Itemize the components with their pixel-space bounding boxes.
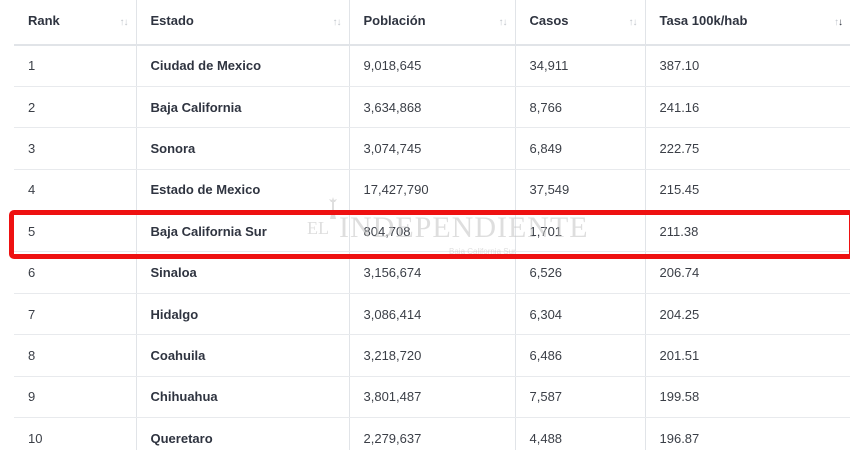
cell-rank: 8 [14,334,137,377]
cell-tasa: 222.75 [645,127,850,170]
table-row: 7 Hidalgo 3,086,414 6,304 204.25 [14,293,850,336]
cell-casos: 6,849 [515,127,646,170]
cell-estado: Sinaloa [136,251,350,294]
cell-tasa: 206.74 [645,251,850,294]
table-row: 10 Queretaro 2,279,637 4,488 196.87 [14,417,850,450]
column-header-label: Estado [150,12,194,28]
cell-rank: 4 [14,169,137,212]
cell-poblacion: 3,086,414 [349,293,516,336]
column-header-label: Casos [529,12,569,28]
sort-arrows-icon[interactable]: ↑↓ [834,17,843,28]
column-header-tasa[interactable]: Tasa 100k/hab ↑↓ [645,0,850,46]
cell-poblacion: 3,156,674 [349,251,516,294]
column-header-rank[interactable]: Rank ↑↓ [14,0,137,46]
cell-estado: Sonora [136,127,350,170]
table-row: 3 Sonora 3,074,745 6,849 222.75 [14,127,850,170]
cell-tasa: 196.87 [645,417,850,450]
cell-tasa: 241.16 [645,86,850,129]
cell-estado: Ciudad de Mexico [136,45,350,87]
cell-poblacion: 3,801,487 [349,376,516,419]
cell-casos: 37,549 [515,169,646,212]
cell-estado: Hidalgo [136,293,350,336]
cell-estado: Chihuahua [136,376,350,419]
cell-casos: 8,766 [515,86,646,129]
cell-rank: 10 [14,417,137,450]
cell-poblacion: 804,708 [349,210,516,253]
cell-rank: 7 [14,293,137,336]
table-row: 9 Chihuahua 3,801,487 7,587 199.58 [14,376,850,419]
cell-rank: 6 [14,251,137,294]
sort-arrows-icon[interactable]: ↑↓ [333,17,342,28]
cell-estado: Baja California [136,86,350,129]
cell-casos: 6,304 [515,293,646,336]
cell-casos: 6,526 [515,251,646,294]
cell-poblacion: 17,427,790 [349,169,516,212]
column-header-estado[interactable]: Estado ↑↓ [136,0,350,46]
table-body: 1 Ciudad de Mexico 9,018,645 34,911 387.10 2 B… [14,45,850,450]
table-row: 4 Estado de Mexico 17,427,790 37,549 215.45 [14,169,850,212]
cell-tasa: 387.10 [645,45,850,87]
table-row: 5 Baja California Sur 804,708 1,701 211.38 [14,210,850,253]
cell-estado: Estado de Mexico [136,169,350,212]
column-header-label: Tasa 100k/hab [659,12,748,28]
cell-poblacion: 2,279,637 [349,417,516,450]
sort-arrows-icon[interactable]: ↑↓ [120,17,129,28]
cell-rank: 2 [14,86,137,129]
cell-casos: 1,701 [515,210,646,253]
cell-estado: Queretaro [136,417,350,450]
cell-casos: 7,587 [515,376,646,419]
cell-casos: 4,488 [515,417,646,450]
cell-poblacion: 3,634,868 [349,86,516,129]
table-header-row: Rank ↑↓ Estado ↑↓ Población ↑↓ Casos ↑↓ … [14,0,850,46]
cell-rank: 9 [14,376,137,419]
cell-rank: 5 [14,210,137,253]
cell-tasa: 215.45 [645,169,850,212]
table-row: 1 Ciudad de Mexico 9,018,645 34,911 387.10 [14,45,850,87]
cell-tasa: 201.51 [645,334,850,377]
cell-tasa: 211.38 [645,210,850,253]
sort-arrows-icon[interactable]: ↑↓ [629,17,638,28]
cell-rank: 3 [14,127,137,170]
cell-tasa: 199.58 [645,376,850,419]
column-header-label: Población [363,12,426,28]
sort-arrows-icon[interactable]: ↑↓ [499,17,508,28]
cell-poblacion: 3,218,720 [349,334,516,377]
column-header-poblacion[interactable]: Población ↑↓ [349,0,516,46]
cell-casos: 6,486 [515,334,646,377]
covid-rate-table: Rank ↑↓ Estado ↑↓ Población ↑↓ Casos ↑↓ … [14,0,850,450]
covid-ranking-page: Rank ↑↓ Estado ↑↓ Población ↑↓ Casos ↑↓ … [0,0,850,450]
table-row: 8 Coahuila 3,218,720 6,486 201.51 [14,334,850,377]
cell-rank: 1 [14,45,137,87]
table-row: 2 Baja California 3,634,868 8,766 241.16 [14,86,850,129]
cell-estado: Baja California Sur [136,210,350,253]
column-header-label: Rank [28,12,60,28]
table-row: 6 Sinaloa 3,156,674 6,526 206.74 [14,251,850,294]
cell-poblacion: 9,018,645 [349,45,516,87]
cell-casos: 34,911 [515,45,646,87]
cell-tasa: 204.25 [645,293,850,336]
cell-estado: Coahuila [136,334,350,377]
column-header-casos[interactable]: Casos ↑↓ [515,0,646,46]
cell-poblacion: 3,074,745 [349,127,516,170]
